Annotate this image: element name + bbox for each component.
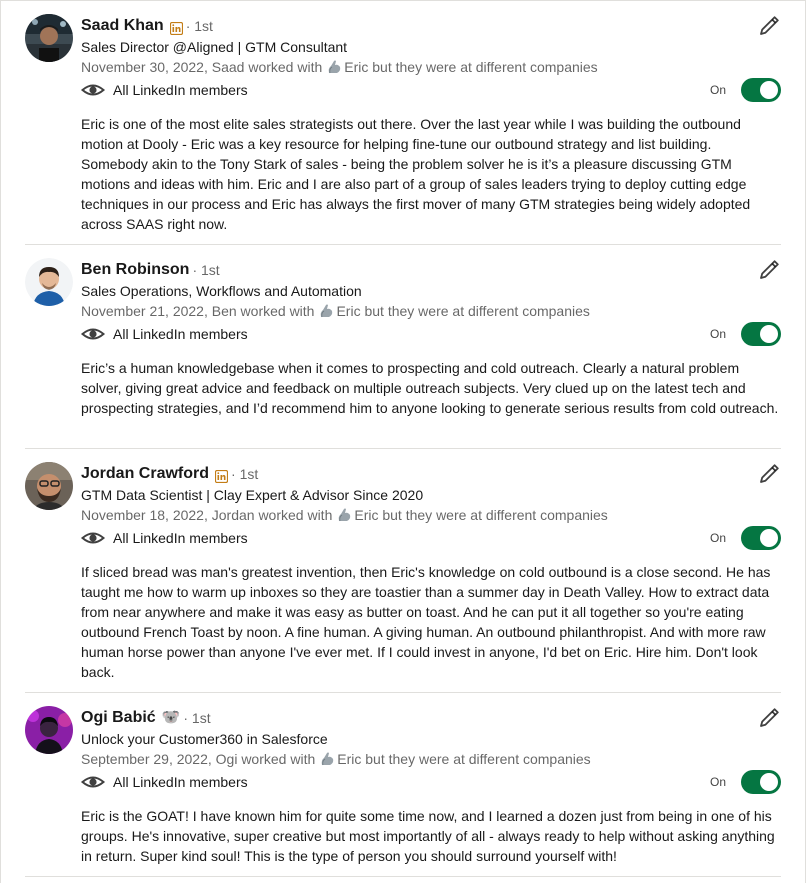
flexed-biceps-icon — [326, 59, 343, 76]
recommender-name[interactable]: Ben Robinson — [81, 259, 189, 281]
connection-degree: · 1st — [231, 466, 259, 482]
visibility-toggle[interactable] — [741, 322, 781, 346]
toggle-knob — [760, 773, 778, 791]
visibility-toggle-group: On — [710, 770, 781, 794]
recommender-headline: Sales Operations, Workflows and Automati… — [81, 283, 362, 299]
worked-with-suffix: Eric but they were at different companie… — [354, 507, 608, 523]
recommendation-text: Eric is one of the most elite sales stra… — [81, 116, 751, 232]
recommendation-card: Saad Khan · 1st Sales Director @Aligned … — [25, 14, 781, 245]
visibility-row: All LinkedIn members — [81, 770, 248, 794]
recommendation-date: November 21, 2022, Ben worked with Eric … — [81, 301, 781, 321]
connection-degree: · 1st — [185, 18, 213, 34]
date-relation: November 21, 2022, Ben worked with — [81, 303, 315, 319]
visibility-toggle[interactable] — [741, 770, 781, 794]
recommendation-text: Eric is the GOAT! I have known him for q… — [81, 808, 775, 864]
eye-icon — [81, 776, 105, 788]
visibility-row: All LinkedIn members — [81, 78, 248, 102]
avatar[interactable] — [25, 14, 73, 62]
worked-with-suffix: Eric but they were at different companie… — [336, 303, 590, 319]
eye-icon — [81, 328, 105, 340]
toggle-label: On — [709, 83, 726, 97]
panel-border-left — [0, 0, 1, 883]
edit-pencil-icon[interactable] — [757, 14, 781, 38]
recommendation-text: If sliced bread was man's greatest inven… — [81, 564, 771, 680]
flexed-biceps-icon — [318, 303, 335, 320]
name-line: Ogi Babić 🐨 · 1st — [81, 707, 781, 729]
visibility-label: All LinkedIn members — [113, 326, 248, 342]
connection-degree: · 1st — [183, 710, 211, 726]
visibility-row: All LinkedIn members — [81, 526, 248, 550]
recommendation-date: November 30, 2022, Saad worked with Eric… — [81, 57, 781, 77]
avatar[interactable] — [25, 706, 73, 754]
recommendation-text: Eric’s a human knowledgebase when it com… — [81, 360, 779, 416]
visibility-toggle-group: On — [710, 322, 781, 346]
date-relation: September 29, 2022, Ogi worked with — [81, 751, 316, 767]
toggle-label: On — [709, 531, 726, 545]
visibility-toggle-group: On — [710, 526, 781, 550]
toggle-knob — [760, 81, 778, 99]
recommendation-date: November 18, 2022, Jordan worked with Er… — [81, 505, 781, 525]
name-line: Saad Khan · 1st — [81, 15, 781, 37]
avatar[interactable] — [25, 462, 73, 510]
toggle-knob — [760, 529, 778, 547]
date-relation: November 30, 2022, Saad worked with — [81, 59, 323, 75]
name-line: Ben Robinson · 1st — [81, 259, 781, 281]
panel-border-top — [0, 0, 806, 1]
connection-degree: · 1st — [192, 262, 220, 278]
avatar[interactable] — [25, 258, 73, 306]
recommender-name[interactable]: Ogi Babić — [81, 707, 156, 729]
date-relation: November 18, 2022, Jordan worked with — [81, 507, 333, 523]
visibility-label: All LinkedIn members — [113, 530, 248, 546]
worked-with-suffix: Eric but they were at different companie… — [337, 751, 591, 767]
recommendation-card: Jordan Crawford · 1st GTM Data Scientist… — [25, 462, 781, 693]
toggle-knob — [760, 325, 778, 343]
flexed-biceps-icon — [319, 751, 336, 768]
recommender-name[interactable]: Saad Khan — [81, 15, 164, 37]
flexed-biceps-icon — [336, 507, 353, 524]
panel-border-right — [805, 0, 806, 883]
eye-icon — [81, 84, 105, 96]
visibility-row: All LinkedIn members — [81, 322, 248, 346]
visibility-toggle[interactable] — [741, 78, 781, 102]
eye-icon — [81, 532, 105, 544]
recommender-name[interactable]: Jordan Crawford — [81, 463, 209, 485]
edit-pencil-icon[interactable] — [757, 706, 781, 730]
edit-pencil-icon[interactable] — [757, 258, 781, 282]
recommender-headline: Unlock your Customer360 in Salesforce — [81, 731, 328, 747]
visibility-label: All LinkedIn members — [113, 774, 248, 790]
visibility-label: All LinkedIn members — [113, 82, 248, 98]
edit-pencil-icon[interactable] — [757, 462, 781, 486]
toggle-label: On — [709, 327, 726, 341]
recommender-headline: GTM Data Scientist | Clay Expert & Advis… — [81, 487, 424, 503]
linkedin-premium-icon — [214, 468, 229, 483]
linkedin-premium-icon — [169, 20, 183, 35]
recommendation-date: September 29, 2022, Ogi worked with Eric… — [81, 749, 781, 769]
recommendation-card: Ogi Babić 🐨 · 1st Unlock your Customer36… — [25, 706, 781, 877]
recommendation-card: Ben Robinson · 1st Sales Operations, Wor… — [25, 258, 781, 449]
visibility-toggle[interactable] — [741, 526, 781, 550]
koala-emoji-icon: 🐨 — [161, 709, 181, 726]
name-line: Jordan Crawford · 1st — [81, 463, 781, 485]
visibility-toggle-group: On — [710, 78, 781, 102]
toggle-label: On — [709, 775, 726, 789]
worked-with-suffix: Eric but they were at different companie… — [344, 59, 598, 75]
recommender-headline: Sales Director @Aligned | GTM Consultant — [81, 39, 348, 55]
